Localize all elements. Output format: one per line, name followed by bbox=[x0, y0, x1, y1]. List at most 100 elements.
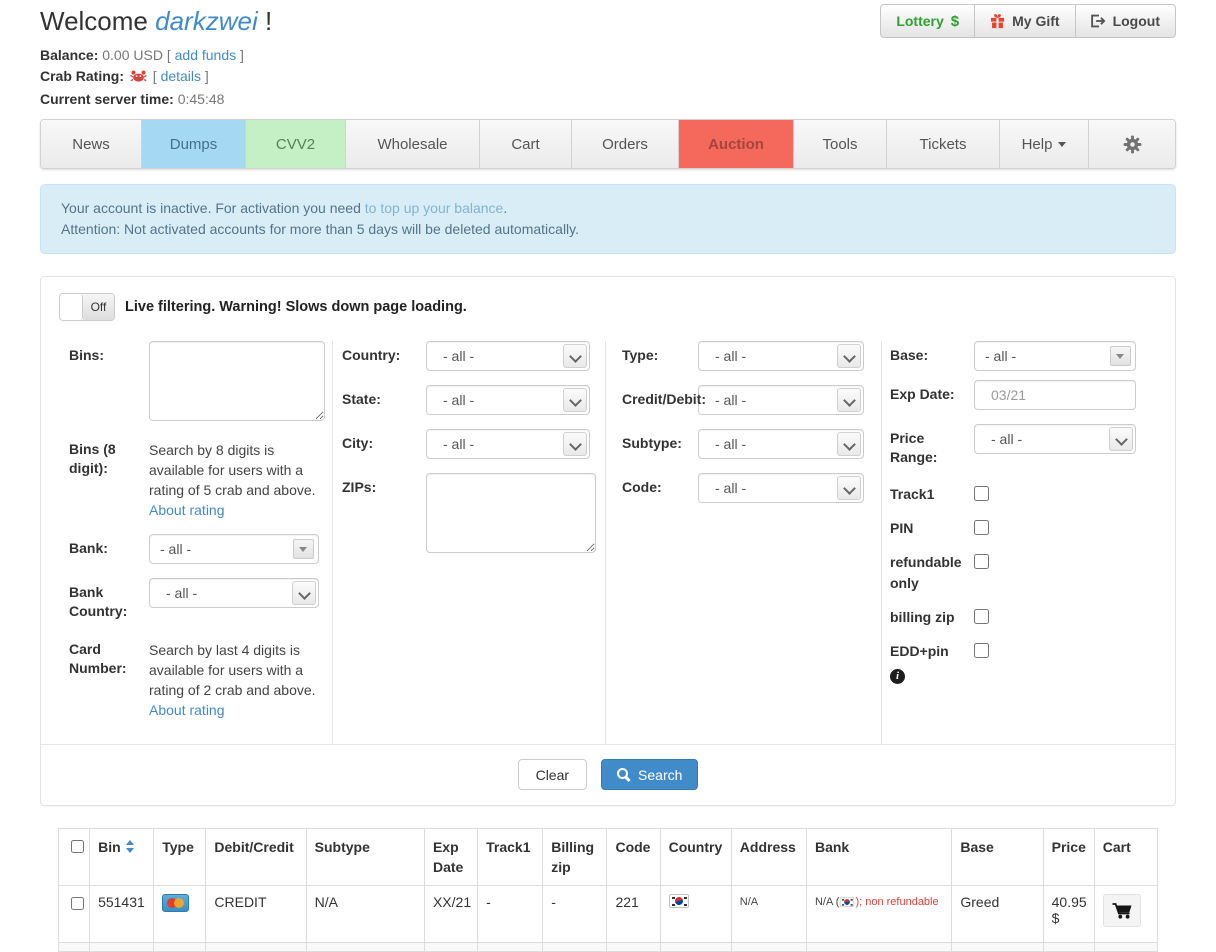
live-filtering-text: Live filtering. Warning! Slows down page… bbox=[125, 299, 467, 315]
tab-cvv2[interactable]: CVV2 bbox=[246, 120, 346, 168]
subtype-cell: N/A bbox=[306, 886, 424, 943]
my-gift-label: My Gift bbox=[1012, 13, 1059, 29]
filter-col-1: Bins: Bins (8 digit): Search by 8 digits… bbox=[41, 341, 332, 744]
account-inactive-alert: Your account is inactive. For activation… bbox=[40, 184, 1176, 254]
tab-cart[interactable]: Cart bbox=[480, 120, 572, 168]
column-header-bin[interactable]: Bin bbox=[90, 829, 154, 886]
welcome-suffix: ! bbox=[265, 6, 272, 36]
bank-refund-note: non refundable bbox=[865, 896, 938, 908]
bin-cell: 551431 bbox=[90, 886, 154, 943]
gear-icon bbox=[1123, 135, 1142, 154]
country-label: Country: bbox=[342, 341, 426, 371]
credit-debit-value: - all - bbox=[699, 392, 746, 408]
tab-tools[interactable]: Tools bbox=[794, 120, 887, 168]
type-label: Type: bbox=[622, 341, 698, 371]
bank-select[interactable]: - all - bbox=[149, 534, 319, 564]
tab-orders[interactable]: Orders bbox=[572, 120, 679, 168]
server-time-label: Current server time: bbox=[40, 91, 174, 107]
refundable-only-checkbox[interactable] bbox=[974, 554, 989, 569]
tab-label: Tools bbox=[822, 136, 857, 153]
base-select[interactable]: - all - bbox=[974, 341, 1136, 371]
credit-debit-select[interactable]: - all - bbox=[698, 385, 864, 415]
bank-label: Bank: bbox=[69, 534, 149, 564]
logout-button[interactable]: Logout bbox=[1075, 4, 1176, 38]
dropdown-arrow-icon bbox=[293, 539, 314, 559]
add-funds-link[interactable]: add funds bbox=[175, 47, 237, 63]
page: Welcome darkzwei ! Lottery $ My Gift bbox=[0, 0, 1216, 952]
tab-label: Tickets bbox=[920, 136, 967, 153]
my-gift-button[interactable]: My Gift bbox=[974, 4, 1075, 38]
chevron-down-icon bbox=[837, 344, 861, 368]
username[interactable]: darkzwei bbox=[155, 6, 258, 36]
bank-country-select[interactable]: - all - bbox=[149, 578, 319, 608]
add-to-cart-button[interactable] bbox=[1103, 894, 1141, 927]
type-select[interactable]: - all - bbox=[698, 341, 864, 371]
code-select[interactable]: - all - bbox=[698, 473, 864, 503]
bins-input[interactable] bbox=[149, 341, 325, 421]
city-value: - all - bbox=[427, 436, 474, 452]
tab-label: Wholesale bbox=[377, 136, 447, 153]
column-header-bank: Bank bbox=[806, 829, 951, 886]
bank-country-label: Bank Country: bbox=[69, 578, 149, 621]
lottery-button[interactable]: Lottery $ bbox=[880, 4, 975, 38]
billing-zip-label: billing zip bbox=[890, 607, 974, 628]
credit-debit-label: Credit/Debit: bbox=[622, 385, 698, 415]
refundable-only-label: refundable only bbox=[890, 552, 974, 594]
edd-pin-checkbox[interactable] bbox=[974, 643, 989, 658]
crab-rating-line: Crab Rating: [ details ] bbox=[40, 66, 1176, 89]
tab-tickets[interactable]: Tickets bbox=[887, 120, 1000, 168]
clear-button[interactable]: Clear bbox=[518, 759, 587, 790]
subtype-select[interactable]: - all - bbox=[698, 429, 864, 459]
about-rating-link[interactable]: About rating bbox=[149, 702, 225, 718]
code-label: Code: bbox=[622, 473, 698, 503]
column-header-subtype: Subtype bbox=[306, 829, 424, 886]
tab-dumps[interactable]: Dumps bbox=[142, 120, 246, 168]
about-rating-link[interactable]: About rating bbox=[149, 502, 225, 518]
logout-icon bbox=[1091, 14, 1106, 28]
card-number-label: Card Number: bbox=[69, 635, 149, 720]
welcome-text: Welcome bbox=[40, 6, 148, 36]
chevron-down-icon bbox=[837, 388, 861, 412]
results-table: Bin Type Debit/Credit Subtype Exp Date T… bbox=[58, 828, 1158, 952]
price-range-label: Price Range: bbox=[890, 424, 974, 467]
tab-wholesale[interactable]: Wholesale bbox=[346, 120, 480, 168]
billing-zip-checkbox[interactable] bbox=[974, 609, 989, 624]
column-header-country: Country bbox=[660, 829, 731, 886]
subtype-label: Subtype: bbox=[622, 429, 698, 459]
gift-icon bbox=[990, 13, 1005, 29]
base-label: Base: bbox=[890, 341, 974, 371]
bins-label: Bins: bbox=[69, 341, 149, 421]
tab-help[interactable]: Help bbox=[1000, 120, 1089, 168]
edd-pin-label: EDD+pin bbox=[890, 641, 974, 662]
column-header-base: Base bbox=[952, 829, 1043, 886]
zips-input[interactable] bbox=[426, 473, 596, 553]
bank-text: N/A ( bbox=[815, 896, 839, 908]
track1-checkbox[interactable] bbox=[974, 486, 989, 501]
crab-icon bbox=[130, 68, 147, 89]
row-checkbox[interactable] bbox=[71, 897, 84, 910]
filter-col-4: Base: - all - Exp Date: Price Range: - a… bbox=[881, 341, 1177, 744]
topbar: Welcome darkzwei ! Lottery $ My Gift bbox=[40, 0, 1176, 110]
debit-credit-cell: CREDIT bbox=[206, 886, 306, 943]
info-icon[interactable] bbox=[890, 669, 905, 684]
pin-checkbox[interactable] bbox=[974, 520, 989, 535]
column-header-cart: Cart bbox=[1094, 829, 1157, 886]
price-range-select[interactable]: - all - bbox=[974, 424, 1136, 454]
track1-cell: - bbox=[478, 886, 543, 943]
country-select[interactable]: - all - bbox=[426, 341, 590, 371]
city-select[interactable]: - all - bbox=[426, 429, 590, 459]
chevron-down-icon bbox=[1058, 142, 1066, 147]
details-link[interactable]: details bbox=[161, 68, 201, 84]
exp-date-input[interactable] bbox=[974, 380, 1136, 410]
select-all-checkbox[interactable] bbox=[71, 840, 84, 853]
tab-news[interactable]: News bbox=[41, 120, 142, 168]
top-up-balance-link[interactable]: to top up your balance bbox=[365, 200, 504, 216]
tab-settings[interactable] bbox=[1089, 120, 1175, 168]
live-filtering-toggle[interactable]: Off bbox=[59, 293, 115, 321]
search-button[interactable]: Search bbox=[601, 759, 698, 790]
tab-auction[interactable]: Auction bbox=[679, 120, 794, 168]
south-korea-flag-icon bbox=[669, 894, 689, 908]
state-select[interactable]: - all - bbox=[426, 385, 590, 415]
alert-text: Your account is inactive. For activation… bbox=[61, 200, 361, 216]
tab-label: Auction bbox=[708, 136, 764, 153]
